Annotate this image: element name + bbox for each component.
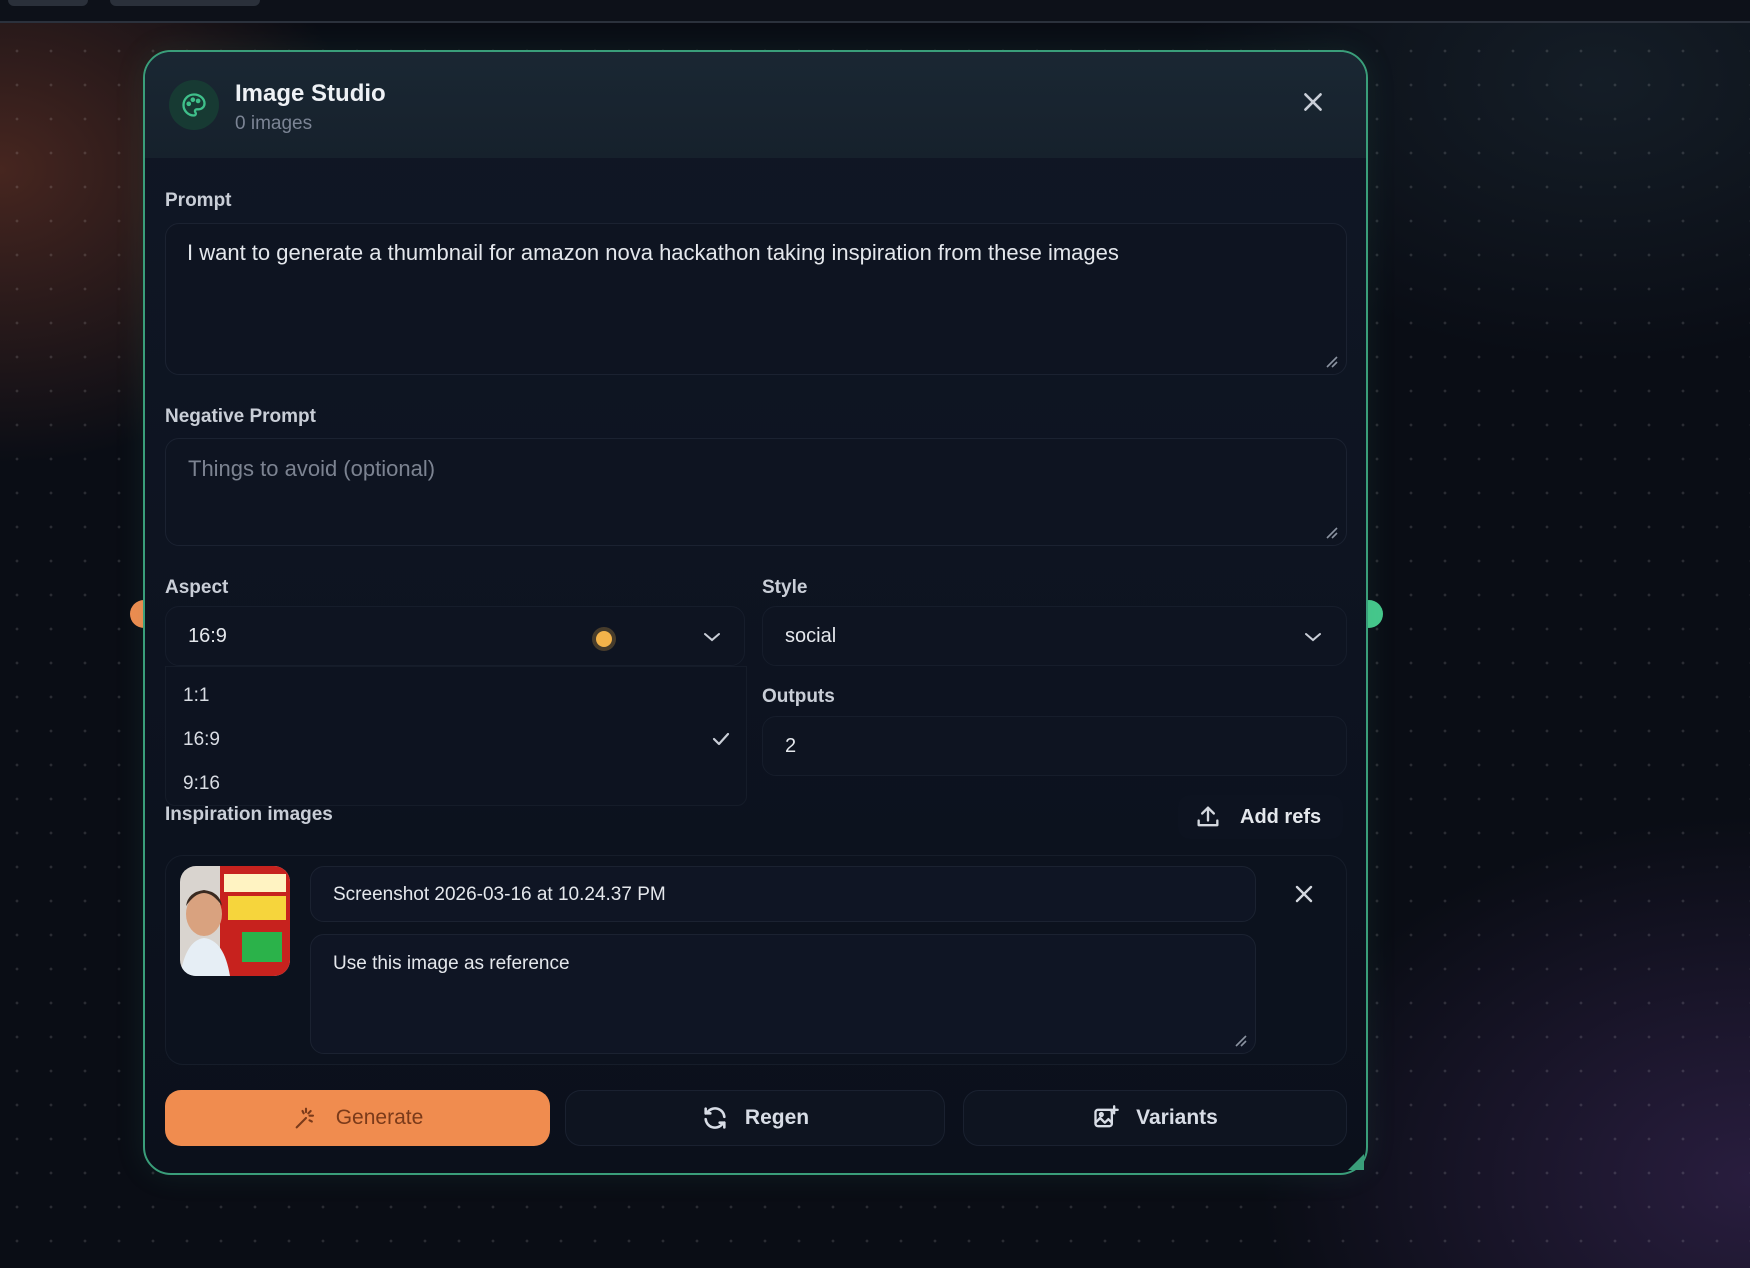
regen-label: Regen <box>744 1106 810 1129</box>
add-refs-label: Add refs <box>1240 805 1322 828</box>
reference-thumbnail <box>180 866 290 976</box>
chevron-down-icon[interactable] <box>1303 630 1323 644</box>
negative-prompt-placeholder: Things to avoid (optional) <box>188 456 436 481</box>
generate-button[interactable]: Generate <box>165 1090 550 1146</box>
node-resize-icon[interactable] <box>1348 1154 1364 1170</box>
negative-prompt-textarea[interactable]: Things to avoid (optional) <box>165 438 1347 546</box>
style-select[interactable]: social <box>762 606 1347 666</box>
inspiration-label: Inspiration images <box>165 804 333 825</box>
resize-handle-icon[interactable] <box>1324 354 1338 368</box>
outputs-value: 2 <box>785 735 797 757</box>
add-refs-button[interactable]: Add refs <box>1178 795 1343 839</box>
aspect-select[interactable]: 16:9 <box>165 606 745 666</box>
upload-icon <box>1197 806 1219 827</box>
variants-label: Variants <box>1136 1106 1218 1129</box>
regen-button[interactable]: Regen <box>565 1090 945 1146</box>
variants-button[interactable]: Variants <box>963 1090 1347 1146</box>
prompt-textarea[interactable]: I want to generate a thumbnail for amazo… <box>165 223 1347 375</box>
node-header[interactable]: Image Studio 0 images <box>145 52 1366 158</box>
tab-stub[interactable] <box>8 0 88 6</box>
image-plus-icon <box>1094 1105 1119 1128</box>
remove-reference-icon[interactable] <box>1292 882 1316 906</box>
close-icon[interactable] <box>1300 89 1326 115</box>
outputs-label: Outputs <box>762 686 835 707</box>
style-label: Style <box>762 577 808 598</box>
sparkles-icon <box>295 1107 314 1129</box>
style-selected-value: social <box>785 625 837 647</box>
image-count: 0 images <box>235 113 313 134</box>
refresh-icon <box>704 1107 726 1129</box>
reference-filename: Screenshot 2026-03-16 at 10.24.37 PM <box>333 884 666 905</box>
aspect-option[interactable]: 1:1 <box>183 685 209 707</box>
palette-icon <box>169 80 219 130</box>
negative-prompt-label: Negative Prompt <box>165 406 316 427</box>
check-icon <box>712 732 730 746</box>
outputs-input[interactable]: 2 <box>762 716 1347 776</box>
prompt-text: I want to generate a thumbnail for amazo… <box>187 240 1119 265</box>
generate-label: Generate <box>335 1106 424 1129</box>
reference-note-textarea[interactable]: Use this image as reference <box>310 934 1256 1054</box>
aspect-dropdown-menu: 1:1 16:9 9:16 <box>165 666 747 806</box>
aspect-option[interactable]: 16:9 <box>183 729 220 751</box>
reference-note: Use this image as reference <box>333 953 570 974</box>
node-title: Image Studio <box>235 80 386 107</box>
top-bar <box>0 0 1750 23</box>
cursor-indicator <box>596 631 612 647</box>
reference-filename-field[interactable]: Screenshot 2026-03-16 at 10.24.37 PM <box>310 866 1256 922</box>
aspect-option[interactable]: 9:16 <box>183 773 220 795</box>
resize-handle-icon[interactable] <box>1324 525 1338 539</box>
chevron-down-icon[interactable] <box>702 630 722 644</box>
aspect-selected-value: 16:9 <box>188 625 227 647</box>
tab-stub[interactable] <box>110 0 260 6</box>
resize-handle-icon[interactable] <box>1233 1033 1247 1047</box>
prompt-label: Prompt <box>165 190 232 211</box>
aspect-label: Aspect <box>165 577 229 598</box>
